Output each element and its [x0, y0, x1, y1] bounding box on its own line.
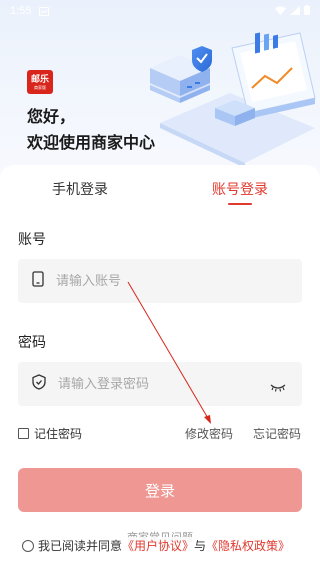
modify-password-link[interactable]: 修改密码 — [185, 425, 233, 442]
active-tab-indicator — [228, 203, 252, 205]
user-agreement-link[interactable]: 《用户协议》 — [122, 537, 194, 554]
agreement-radio[interactable] — [22, 539, 34, 552]
server-dashboard-illustration — [150, 32, 316, 168]
eye-closed-icon[interactable] — [270, 378, 286, 397]
agreement-row: 我已阅读并同意 《用户协议》 与 《隐私权政策》 — [22, 537, 291, 554]
status-time: 1:55 — [10, 5, 32, 17]
logo-subtext: 商家版 — [34, 84, 46, 90]
privacy-policy-link[interactable]: 《隐私权政策》 — [206, 537, 290, 554]
account-input-box[interactable] — [18, 259, 302, 303]
greeting-line-1: 您好， — [27, 107, 76, 126]
password-input[interactable] — [58, 376, 238, 392]
hero-banner: 1:55 邮乐 商家版 您好， 欢迎使用商家中心 — [0, 0, 320, 175]
login-card: 手机登录 账号登录 账号 密码 记住密码 修改密码 忘记密码 登录 商家常见问题… — [0, 165, 320, 568]
login-tabs: 手机登录 账号登录 — [0, 165, 320, 211]
status-icons — [275, 4, 310, 18]
account-input[interactable] — [56, 273, 236, 289]
message-icon — [39, 6, 50, 16]
agreement-prefix: 我已阅读并同意 — [38, 539, 123, 553]
wifi-icon — [275, 5, 286, 18]
tab-account-login[interactable]: 账号登录 — [212, 179, 268, 199]
phone-icon — [32, 271, 44, 291]
password-label: 密码 — [18, 335, 46, 351]
battery-icon — [304, 4, 310, 18]
app-logo: 邮乐 商家版 — [27, 70, 53, 94]
agreement-conjunction: 与 — [194, 539, 207, 553]
remember-label: 记住密码 — [34, 427, 83, 441]
signal-icon — [290, 5, 300, 18]
forgot-password-link[interactable]: 忘记密码 — [253, 425, 301, 442]
status-bar: 1:55 — [0, 0, 320, 22]
tab-phone-login[interactable]: 手机登录 — [52, 179, 108, 199]
greeting-line-2: 欢迎使用商家中心 — [27, 133, 156, 152]
remember-password[interactable]: 记住密码 — [18, 425, 82, 442]
password-input-box[interactable] — [18, 362, 302, 406]
logo-text: 邮乐 — [30, 74, 49, 85]
login-button[interactable]: 登录 — [18, 468, 302, 512]
remember-checkbox[interactable] — [18, 428, 29, 439]
greeting: 您好， 欢迎使用商家中心 — [27, 104, 155, 156]
account-label: 账号 — [18, 232, 46, 248]
shield-icon — [32, 374, 46, 394]
